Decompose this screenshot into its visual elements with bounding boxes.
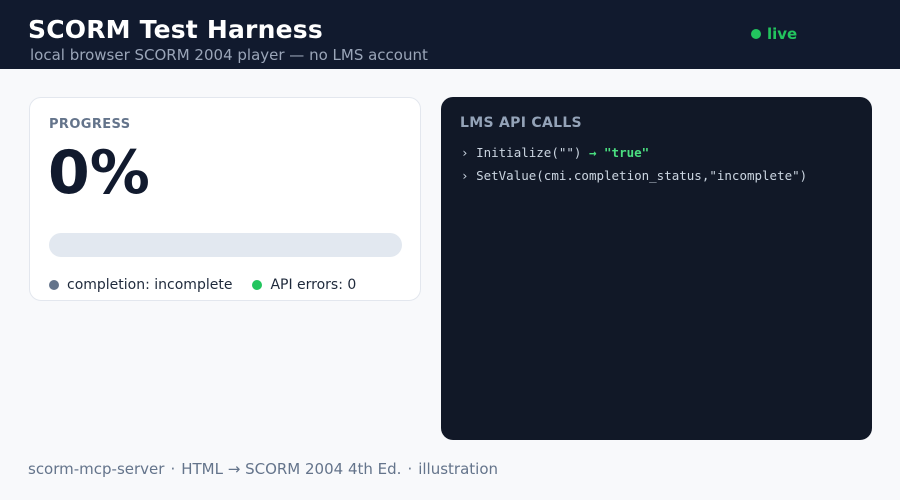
log-result: "true" <box>604 145 650 160</box>
footer-note: illustration <box>418 460 499 478</box>
api-errors-status: API errors: 0 <box>252 277 356 293</box>
footer-separator: · <box>170 460 176 478</box>
progress-card-title: PROGRESS <box>49 117 131 132</box>
app-subtitle: local browser SCORM 2004 player — no LMS… <box>30 46 428 64</box>
api-call-log: › Initialize("") → "true" › SetValue(cmi… <box>461 145 807 191</box>
log-call: SetValue(cmi.completion_status,"incomple… <box>476 168 808 183</box>
app-title: SCORM Test Harness <box>28 15 323 44</box>
log-line: › SetValue(cmi.completion_status,"incomp… <box>461 168 807 191</box>
footer-format-label: HTML → SCORM 2004 4th Ed. <box>181 460 402 478</box>
completion-status: completion: incomplete <box>49 277 232 293</box>
progress-percent: 0% <box>48 138 150 208</box>
progress-bar <box>49 233 402 257</box>
log-arrow: → <box>588 145 597 160</box>
log-prompt-icon: › <box>461 145 469 160</box>
live-status-label: live <box>767 25 798 43</box>
log-prompt-icon: › <box>461 168 469 183</box>
api-errors-label: API errors: 0 <box>270 277 357 293</box>
log-line: › Initialize("") → "true" <box>461 145 807 168</box>
console-title: LMS API CALLS <box>460 115 582 131</box>
app-header: SCORM Test Harness local browser SCORM 2… <box>0 0 900 69</box>
footer-separator: · <box>407 460 413 478</box>
lms-api-console[interactable]: LMS API CALLS › Initialize("") → "true" … <box>441 97 872 440</box>
footer: scorm-mcp-server · HTML → SCORM 2004 4th E… <box>28 460 498 478</box>
live-status-indicator: live <box>751 25 797 43</box>
completion-status-label: completion: incomplete <box>67 277 233 293</box>
live-dot-icon <box>751 29 761 39</box>
log-call: Initialize("") <box>476 145 582 160</box>
status-row: completion: incomplete API errors: 0 <box>49 277 376 293</box>
footer-project-name: scorm-mcp-server <box>28 460 165 478</box>
completion-dot-icon <box>49 280 59 290</box>
api-errors-dot-icon <box>252 280 263 290</box>
progress-card: PROGRESS 0% completion: incomplete API e… <box>29 97 421 301</box>
